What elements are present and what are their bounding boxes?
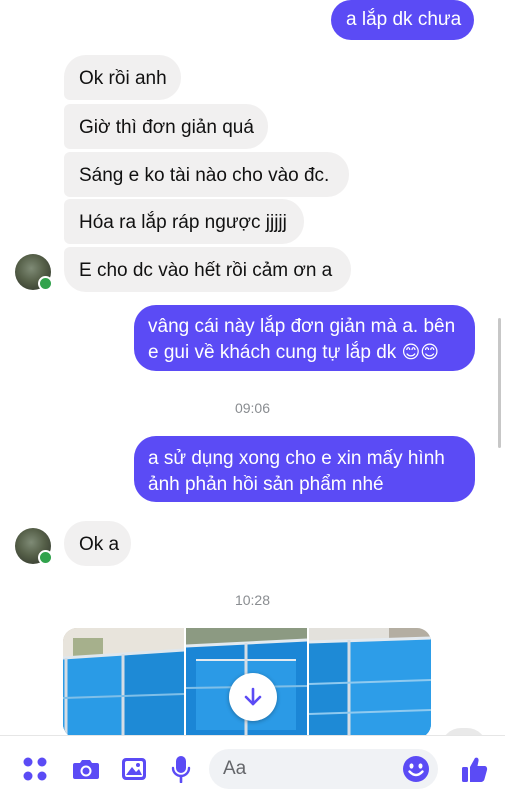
floating-action-button[interactable] [441,728,487,735]
contact-avatar[interactable] [15,254,53,291]
incoming-message[interactable]: Ok rồi anh [64,55,181,100]
microphone-icon [171,755,191,783]
scroll-to-bottom-button[interactable] [229,673,277,721]
gallery-button[interactable] [114,736,154,801]
thumbs-up-icon [462,757,488,782]
outgoing-message[interactable]: a sử dụng xong cho e xin mấy hình ảnh ph… [134,436,475,502]
message-text: ảnh phản hồi sản phẩm nhé [148,474,384,495]
apps-icon [23,757,47,780]
message-text: Sáng e ko tài nào cho vào đc. [79,165,330,186]
incoming-message[interactable]: Giờ thì đơn giản quá [64,104,268,149]
incoming-message[interactable]: Hóa ra lắp ráp ngược jjjjj [64,199,304,244]
arrow-down-icon [244,687,262,706]
photo-attachment[interactable] [309,628,431,735]
timestamp: 10:28 [234,592,271,608]
message-text: Ok rồi anh [79,68,167,89]
message-text: Giờ thì đơn giản quá [79,117,254,138]
message-input[interactable]: Aa [209,749,438,789]
message-composer: Aa [0,735,505,801]
smile-emoji: 😊😊 [401,342,440,363]
incoming-message[interactable]: E cho dc vào hết rồi cảm ơn a [64,247,351,292]
emoji-icon [403,756,429,782]
online-status-dot [38,276,53,291]
emoji-button[interactable] [402,755,430,788]
message-thread[interactable]: a lắp dk chưa Ok rồi anh Giờ thì đơn giả… [0,0,505,735]
gallery-icon [122,757,146,780]
camera-button[interactable] [66,736,106,801]
like-button[interactable] [455,736,495,801]
contact-avatar[interactable] [15,528,53,565]
microphone-button[interactable] [163,736,199,801]
incoming-message[interactable]: Ok a [64,521,131,566]
photo-attachment[interactable] [63,628,184,735]
message-text: E cho dc vào hết rồi cảm ơn a [79,260,333,281]
timestamp: 09:06 [234,400,271,416]
scrollbar[interactable] [498,318,501,448]
camera-icon [73,759,99,779]
message-text: a lắp dk chưa [346,9,462,30]
message-text: a sử dụng xong cho e xin mấy hình [148,448,445,469]
outgoing-message[interactable]: a lắp dk chưa [331,0,474,40]
message-text: e gui về khách cung tự lắp dk [148,342,397,363]
outgoing-message[interactable]: vâng cái này lắp đơn giản mà a. bên e gu… [134,305,475,371]
message-text: Hóa ra lắp ráp ngược jjjjj [79,212,287,233]
message-text: vâng cái này lắp đơn giản mà a. bên [148,316,456,337]
incoming-message[interactable]: Sáng e ko tài nào cho vào đc. [64,152,349,197]
apps-button[interactable] [15,736,55,801]
message-input-placeholder: Aa [223,758,247,779]
online-status-dot [38,550,53,565]
message-text: Ok a [79,534,120,555]
